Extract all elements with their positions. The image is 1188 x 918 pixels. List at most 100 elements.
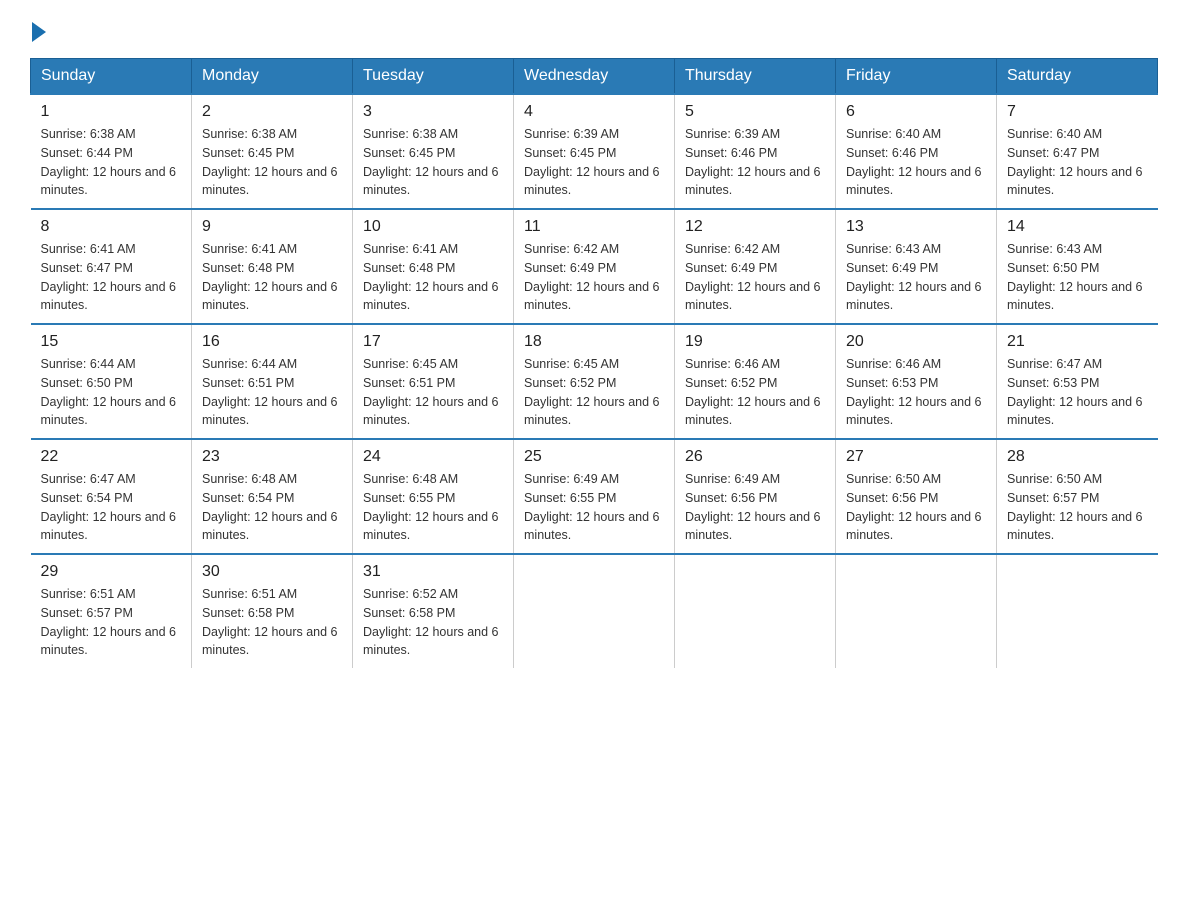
calendar-cell: 10 Sunrise: 6:41 AMSunset: 6:48 PMDaylig…	[353, 209, 514, 324]
calendar-cell: 20 Sunrise: 6:46 AMSunset: 6:53 PMDaylig…	[836, 324, 997, 439]
calendar-cell	[675, 554, 836, 668]
calendar-header-thursday: Thursday	[675, 59, 836, 95]
day-number: 22	[41, 448, 182, 466]
calendar-header-monday: Monday	[192, 59, 353, 95]
day-number: 18	[524, 333, 664, 351]
calendar-cell: 17 Sunrise: 6:45 AMSunset: 6:51 PMDaylig…	[353, 324, 514, 439]
day-number: 21	[1007, 333, 1148, 351]
calendar-cell: 23 Sunrise: 6:48 AMSunset: 6:54 PMDaylig…	[192, 439, 353, 554]
calendar-cell: 4 Sunrise: 6:39 AMSunset: 6:45 PMDayligh…	[514, 94, 675, 209]
calendar-cell: 18 Sunrise: 6:45 AMSunset: 6:52 PMDaylig…	[514, 324, 675, 439]
day-number: 15	[41, 333, 182, 351]
day-number: 2	[202, 103, 342, 121]
calendar-header-wednesday: Wednesday	[514, 59, 675, 95]
day-info: Sunrise: 6:49 AMSunset: 6:56 PMDaylight:…	[685, 470, 825, 545]
calendar-cell: 16 Sunrise: 6:44 AMSunset: 6:51 PMDaylig…	[192, 324, 353, 439]
calendar-cell: 5 Sunrise: 6:39 AMSunset: 6:46 PMDayligh…	[675, 94, 836, 209]
logo-arrow-icon	[32, 22, 46, 42]
day-info: Sunrise: 6:51 AMSunset: 6:58 PMDaylight:…	[202, 585, 342, 660]
day-number: 10	[363, 218, 503, 236]
day-info: Sunrise: 6:45 AMSunset: 6:51 PMDaylight:…	[363, 355, 503, 430]
day-info: Sunrise: 6:41 AMSunset: 6:48 PMDaylight:…	[363, 240, 503, 315]
day-number: 25	[524, 448, 664, 466]
calendar-cell: 9 Sunrise: 6:41 AMSunset: 6:48 PMDayligh…	[192, 209, 353, 324]
day-number: 9	[202, 218, 342, 236]
page-header	[30, 20, 1158, 38]
calendar-cell	[997, 554, 1158, 668]
day-info: Sunrise: 6:52 AMSunset: 6:58 PMDaylight:…	[363, 585, 503, 660]
day-number: 30	[202, 563, 342, 581]
day-info: Sunrise: 6:41 AMSunset: 6:47 PMDaylight:…	[41, 240, 182, 315]
calendar-week-row: 8 Sunrise: 6:41 AMSunset: 6:47 PMDayligh…	[31, 209, 1158, 324]
calendar-cell: 13 Sunrise: 6:43 AMSunset: 6:49 PMDaylig…	[836, 209, 997, 324]
day-info: Sunrise: 6:42 AMSunset: 6:49 PMDaylight:…	[685, 240, 825, 315]
day-info: Sunrise: 6:38 AMSunset: 6:44 PMDaylight:…	[41, 125, 182, 200]
calendar-cell: 22 Sunrise: 6:47 AMSunset: 6:54 PMDaylig…	[31, 439, 192, 554]
day-info: Sunrise: 6:44 AMSunset: 6:50 PMDaylight:…	[41, 355, 182, 430]
day-number: 23	[202, 448, 342, 466]
day-number: 20	[846, 333, 986, 351]
calendar-cell: 30 Sunrise: 6:51 AMSunset: 6:58 PMDaylig…	[192, 554, 353, 668]
calendar-cell: 31 Sunrise: 6:52 AMSunset: 6:58 PMDaylig…	[353, 554, 514, 668]
calendar-week-row: 22 Sunrise: 6:47 AMSunset: 6:54 PMDaylig…	[31, 439, 1158, 554]
calendar-cell: 14 Sunrise: 6:43 AMSunset: 6:50 PMDaylig…	[997, 209, 1158, 324]
calendar-cell: 6 Sunrise: 6:40 AMSunset: 6:46 PMDayligh…	[836, 94, 997, 209]
day-number: 5	[685, 103, 825, 121]
day-info: Sunrise: 6:47 AMSunset: 6:53 PMDaylight:…	[1007, 355, 1148, 430]
day-info: Sunrise: 6:38 AMSunset: 6:45 PMDaylight:…	[202, 125, 342, 200]
day-info: Sunrise: 6:44 AMSunset: 6:51 PMDaylight:…	[202, 355, 342, 430]
calendar-week-row: 1 Sunrise: 6:38 AMSunset: 6:44 PMDayligh…	[31, 94, 1158, 209]
day-info: Sunrise: 6:39 AMSunset: 6:45 PMDaylight:…	[524, 125, 664, 200]
day-info: Sunrise: 6:50 AMSunset: 6:56 PMDaylight:…	[846, 470, 986, 545]
day-number: 27	[846, 448, 986, 466]
day-info: Sunrise: 6:48 AMSunset: 6:54 PMDaylight:…	[202, 470, 342, 545]
day-info: Sunrise: 6:46 AMSunset: 6:52 PMDaylight:…	[685, 355, 825, 430]
day-info: Sunrise: 6:40 AMSunset: 6:47 PMDaylight:…	[1007, 125, 1148, 200]
calendar-cell: 21 Sunrise: 6:47 AMSunset: 6:53 PMDaylig…	[997, 324, 1158, 439]
calendar-cell	[836, 554, 997, 668]
day-info: Sunrise: 6:51 AMSunset: 6:57 PMDaylight:…	[41, 585, 182, 660]
day-number: 12	[685, 218, 825, 236]
logo	[30, 20, 46, 38]
day-info: Sunrise: 6:40 AMSunset: 6:46 PMDaylight:…	[846, 125, 986, 200]
day-info: Sunrise: 6:39 AMSunset: 6:46 PMDaylight:…	[685, 125, 825, 200]
calendar-cell: 27 Sunrise: 6:50 AMSunset: 6:56 PMDaylig…	[836, 439, 997, 554]
calendar-cell: 25 Sunrise: 6:49 AMSunset: 6:55 PMDaylig…	[514, 439, 675, 554]
calendar-cell: 26 Sunrise: 6:49 AMSunset: 6:56 PMDaylig…	[675, 439, 836, 554]
day-number: 7	[1007, 103, 1148, 121]
calendar-week-row: 15 Sunrise: 6:44 AMSunset: 6:50 PMDaylig…	[31, 324, 1158, 439]
day-number: 28	[1007, 448, 1148, 466]
day-info: Sunrise: 6:41 AMSunset: 6:48 PMDaylight:…	[202, 240, 342, 315]
calendar-header-tuesday: Tuesday	[353, 59, 514, 95]
calendar-table: SundayMondayTuesdayWednesdayThursdayFrid…	[30, 58, 1158, 668]
calendar-cell: 3 Sunrise: 6:38 AMSunset: 6:45 PMDayligh…	[353, 94, 514, 209]
day-info: Sunrise: 6:50 AMSunset: 6:57 PMDaylight:…	[1007, 470, 1148, 545]
day-number: 3	[363, 103, 503, 121]
calendar-cell: 28 Sunrise: 6:50 AMSunset: 6:57 PMDaylig…	[997, 439, 1158, 554]
day-info: Sunrise: 6:48 AMSunset: 6:55 PMDaylight:…	[363, 470, 503, 545]
day-number: 16	[202, 333, 342, 351]
calendar-cell: 11 Sunrise: 6:42 AMSunset: 6:49 PMDaylig…	[514, 209, 675, 324]
calendar-cell: 15 Sunrise: 6:44 AMSunset: 6:50 PMDaylig…	[31, 324, 192, 439]
day-info: Sunrise: 6:46 AMSunset: 6:53 PMDaylight:…	[846, 355, 986, 430]
day-number: 1	[41, 103, 182, 121]
day-number: 26	[685, 448, 825, 466]
calendar-cell	[514, 554, 675, 668]
calendar-cell: 29 Sunrise: 6:51 AMSunset: 6:57 PMDaylig…	[31, 554, 192, 668]
day-info: Sunrise: 6:45 AMSunset: 6:52 PMDaylight:…	[524, 355, 664, 430]
calendar-cell: 8 Sunrise: 6:41 AMSunset: 6:47 PMDayligh…	[31, 209, 192, 324]
day-info: Sunrise: 6:49 AMSunset: 6:55 PMDaylight:…	[524, 470, 664, 545]
calendar-cell: 7 Sunrise: 6:40 AMSunset: 6:47 PMDayligh…	[997, 94, 1158, 209]
day-number: 4	[524, 103, 664, 121]
calendar-header-sunday: Sunday	[31, 59, 192, 95]
calendar-week-row: 29 Sunrise: 6:51 AMSunset: 6:57 PMDaylig…	[31, 554, 1158, 668]
calendar-cell: 1 Sunrise: 6:38 AMSunset: 6:44 PMDayligh…	[31, 94, 192, 209]
day-number: 14	[1007, 218, 1148, 236]
calendar-cell: 12 Sunrise: 6:42 AMSunset: 6:49 PMDaylig…	[675, 209, 836, 324]
day-info: Sunrise: 6:42 AMSunset: 6:49 PMDaylight:…	[524, 240, 664, 315]
day-info: Sunrise: 6:43 AMSunset: 6:49 PMDaylight:…	[846, 240, 986, 315]
day-info: Sunrise: 6:47 AMSunset: 6:54 PMDaylight:…	[41, 470, 182, 545]
day-number: 17	[363, 333, 503, 351]
calendar-header-friday: Friday	[836, 59, 997, 95]
day-info: Sunrise: 6:38 AMSunset: 6:45 PMDaylight:…	[363, 125, 503, 200]
